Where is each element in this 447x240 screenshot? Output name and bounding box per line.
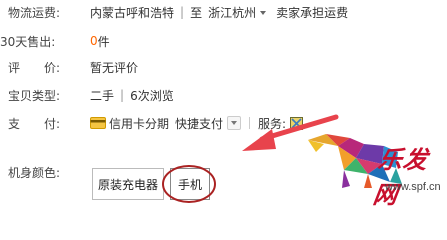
- option-original-charger[interactable]: 原装充电器: [92, 168, 164, 200]
- watermark-brand: 乐发网: [371, 145, 431, 209]
- sales-value: 0 件: [90, 33, 110, 50]
- credit-card-icon: [90, 117, 106, 129]
- shipping-row: 物流运费: 内蒙古呼和浩特 | 至 浙江杭州 卖家承担运费: [0, 2, 447, 22]
- highlight-circle: [162, 165, 216, 203]
- watermark-url: www.spf.cn: [385, 181, 441, 193]
- item-type-row: 宝贝类型: 二手 | 6次浏览: [0, 85, 447, 105]
- ship-from: 内蒙古呼和浩特: [90, 5, 175, 20]
- shipping-value: 内蒙古呼和浩特 | 至 浙江杭州 卖家承担运费: [90, 4, 348, 21]
- item-type-label: 宝贝类型:: [8, 88, 61, 103]
- chevron-down-icon[interactable]: [260, 11, 267, 15]
- sales-unit: 件: [97, 34, 110, 49]
- ship-fee-note: 卖家承担运费: [276, 5, 349, 20]
- payment-label: 支 付:: [8, 116, 61, 131]
- ship-separator: |: [180, 5, 185, 19]
- credit-installment-link[interactable]: 信用卡分期: [109, 115, 169, 132]
- ship-to-prefix: 至: [190, 5, 203, 20]
- item-condition: 二手: [90, 88, 115, 103]
- item-views: 6次浏览: [130, 88, 174, 103]
- rating-value: 暂无评价: [90, 60, 139, 75]
- item-type-value: 二手 | 6次浏览: [90, 87, 174, 104]
- sales-count: 0: [90, 34, 98, 48]
- quick-pay-link[interactable]: 快捷支付: [175, 115, 223, 132]
- ship-destination-select[interactable]: 浙江杭州: [208, 4, 256, 21]
- sales-label: 30天售出:: [0, 34, 56, 49]
- rating-label: 评 价:: [8, 60, 61, 75]
- item-type-separator: |: [120, 88, 125, 102]
- sales-row: 30天售出: 0 件: [0, 31, 447, 51]
- shipping-label: 物流运费:: [8, 5, 61, 20]
- rating-row: 评 价: 暂无评价: [0, 57, 447, 77]
- body-color-label: 机身颜色:: [8, 166, 61, 180]
